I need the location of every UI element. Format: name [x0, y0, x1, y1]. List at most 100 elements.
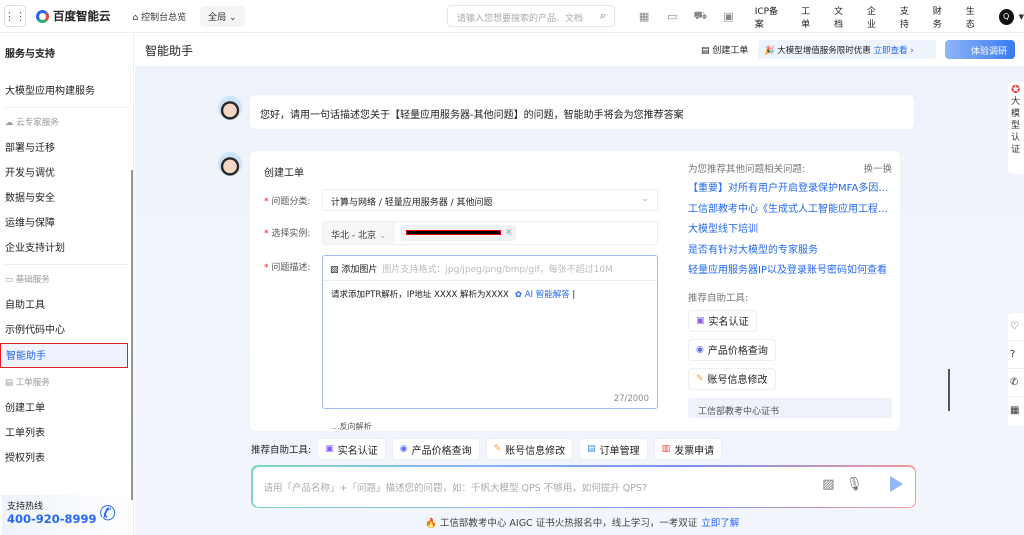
recommend-link[interactable]: 轻量应用服务器IP以及登录账号密码如何查看 [688, 261, 892, 282]
phone-icon: ✆ [99, 501, 116, 525]
chat-input[interactable]: 请用「产品名称」+「问题」描述您的问题，如：千帆大模型 QPS 不够用，如何提升… [251, 465, 916, 508]
tool-realname[interactable]: ▣ 实名认证 [688, 309, 757, 332]
page-title: 智能助手 [145, 43, 194, 58]
ai-answer-button[interactable]: ✿ AI 智能解答 [515, 290, 570, 300]
sidebar-item[interactable]: 大模型应用构建服务 [0, 79, 133, 104]
float-label: 大模型认证 [1011, 97, 1021, 155]
sidebar-group: ▤ 工单服务 [0, 371, 133, 396]
nav-icp[interactable]: ICP备案 [755, 4, 785, 30]
image-upload-icon[interactable]: ▨ [822, 477, 834, 492]
language-icon[interactable]: ▣ [715, 10, 743, 23]
promo-text: 大模型增值服务限时优惠 [777, 46, 871, 56]
redacted-instance [406, 230, 501, 235]
footer-link[interactable]: 立即了解 [701, 518, 739, 529]
nav-ticket[interactable]: 工单 [801, 4, 818, 30]
sidebar-item[interactable]: 部署与迁移 [0, 136, 133, 161]
recommend-link[interactable]: 工信部教考中心《生成式人工智能应用工程师》 [688, 200, 892, 221]
nav-enterprise[interactable]: 企业 [867, 4, 884, 30]
avatar[interactable]: Q [998, 8, 1014, 25]
float-cert-widget[interactable]: ✪ 大模型认证 [1008, 82, 1024, 174]
price-icon: ◉ [399, 444, 408, 454]
region-select[interactable]: 华北 - 北京 ⌄ [323, 222, 395, 244]
sidebar-item[interactable]: 运维与保障 [0, 211, 133, 236]
instance-select[interactable]: 华北 - 北京 ⌄ × [322, 221, 658, 245]
sidebar-item[interactable]: 数据与安全 [0, 186, 133, 211]
heart-icon[interactable]: ♡ [1008, 313, 1024, 341]
sidebar-group: ☁ 云专家服务 [0, 111, 133, 136]
survey-button[interactable]: 体验调研 [945, 40, 1015, 59]
divider [5, 107, 128, 108]
description-textarea[interactable]: ▨ 添加图片 图片支持格式：jpg/jpeg/png/bmp/gif，每张不超过1… [322, 255, 658, 409]
promo-banner[interactable]: 🎉 大模型增值服务限时优惠 立即查看 › [758, 40, 936, 59]
image-icon: ▨ [330, 265, 342, 275]
category-select[interactable]: 计算与网络 / 轻量应用服务器 / 其他问题 ⌄ [322, 189, 658, 211]
grid-icon[interactable]: ▦ [1008, 397, 1024, 425]
tool-price[interactable]: ◉ 产品价格查询 [688, 338, 776, 361]
tool-account[interactable]: ✎ 账号信息修改 [688, 367, 776, 390]
tool-price[interactable]: ◉ 产品价格查询 [391, 438, 480, 460]
promo-link[interactable]: 立即查看 › [874, 46, 914, 56]
console-link[interactable]: ⌂ 控制台总览 [133, 10, 187, 23]
phone-icon[interactable]: ✆ [1008, 369, 1024, 397]
nav-support[interactable]: 支持 [900, 4, 917, 30]
sidebar-item[interactable]: 企业支持计划 [0, 236, 133, 261]
recommend-link[interactable]: 大模型线下培训 [688, 220, 892, 241]
tool-label: 产品价格查询 [707, 346, 768, 357]
nav-docs[interactable]: 文档 [834, 4, 851, 30]
logo-icon [36, 9, 49, 23]
help-icon[interactable]: ? [1008, 341, 1024, 369]
tool-realname[interactable]: ▣ 实名认证 [317, 438, 386, 460]
scope-dropdown[interactable]: 全局 ⌄ [200, 5, 245, 27]
create-ticket-label: 创建工单 [712, 46, 749, 56]
sidebar-item[interactable]: 开发与调优 [0, 161, 133, 186]
sidebar-item[interactable]: 示例代码中心 [0, 318, 133, 343]
tool-invoice[interactable]: ▥ 发票申请 [653, 438, 723, 460]
tool-label: 账号信息修改 [707, 375, 768, 386]
recommend-link[interactable]: 是否有针对大模型的专家服务 [688, 241, 892, 262]
chat-placeholder: 请用「产品名称」+「问题」描述您的问题，如：千帆大模型 QPS 不够用，如何提升… [263, 482, 648, 494]
hotline-card[interactable]: 支持热线 400-920-8999 ✆ [2, 495, 130, 535]
cart-icon[interactable]: ⛟ [686, 9, 714, 24]
id-card-icon: ▣ [325, 444, 334, 454]
cert-card[interactable]: 工信部教考中心证书 [688, 397, 892, 418]
tools-title: 推荐自助工具: [688, 292, 749, 304]
nav-ecosystem[interactable]: 生态 [966, 4, 983, 30]
sidebar-item[interactable]: 工单列表 [0, 421, 133, 446]
toolbox-icon: ▭ [5, 275, 16, 285]
caret-down-icon[interactable]: ▼ [1019, 13, 1024, 21]
suggestion-cutoff: ...反向解析 [332, 422, 372, 431]
char-counter: 27/2000 [613, 394, 649, 404]
ai-answer-label: AI 智能解答 [524, 290, 570, 300]
tool-label: 产品价格查询 [411, 445, 472, 457]
microphone-icon[interactable]: 🎙 [846, 477, 863, 492]
sidebar-item[interactable]: 自助工具 [0, 293, 133, 318]
recommend-title: 为您推荐其他问题相关问题: [688, 164, 806, 175]
content-scrollbar[interactable] [948, 369, 950, 411]
invoice-icon: ▥ [661, 444, 671, 454]
create-ticket-button[interactable]: ▤ 创建工单 [701, 43, 748, 56]
remove-tag-icon[interactable]: × [505, 227, 512, 236]
search-icon[interactable]: ⌕ [600, 9, 606, 23]
sidebar-scrollbar[interactable] [131, 170, 133, 500]
group-label: 工单服务 [15, 378, 50, 388]
sidebar: 服务与支持 大模型应用构建服务 ☁ 云专家服务 部署与迁移 开发与调优 数据与安… [0, 34, 134, 535]
chevron-down-icon: ⌄ [378, 231, 387, 241]
tool-orders[interactable]: ▤ 订单管理 [579, 438, 648, 460]
add-image-button[interactable]: ▨ 添加图片 [330, 265, 377, 275]
sidebar-item[interactable]: 创建工单 [0, 396, 133, 421]
main-area: 智能助手 ▤ 创建工单 🎉 大模型增值服务限时优惠 立即查看 › 体验调研 您好… [135, 34, 1024, 535]
refresh-button[interactable]: 换一换 [863, 161, 892, 175]
recommend-link[interactable]: 【重要】对所有用户开启登录保护MFA多因素认证 [688, 179, 892, 200]
message-icon[interactable]: ▭ [658, 10, 686, 23]
send-icon[interactable] [889, 475, 903, 492]
qrcode-icon[interactable]: ▦ [630, 10, 658, 23]
greeting-message: 您好，请用一句话描述您关于【轻量应用服务器-其他问题】的问题，智能助手将会为您推… [250, 95, 914, 129]
nav-finance[interactable]: 财务 [933, 4, 950, 30]
search-input[interactable]: 请输入您想要搜索的产品、文档 ⌕ [447, 5, 615, 27]
brand-name: 百度智能云 [53, 9, 111, 23]
brand-logo[interactable]: 百度智能云 [36, 8, 111, 24]
sidebar-item-active[interactable]: 智能助手 [0, 343, 128, 368]
sidebar-item[interactable]: 授权列表 [0, 446, 133, 471]
tool-account[interactable]: ✎ 账号信息修改 [485, 438, 574, 460]
apps-grid-icon[interactable]: ⋮⋮ [4, 5, 26, 27]
